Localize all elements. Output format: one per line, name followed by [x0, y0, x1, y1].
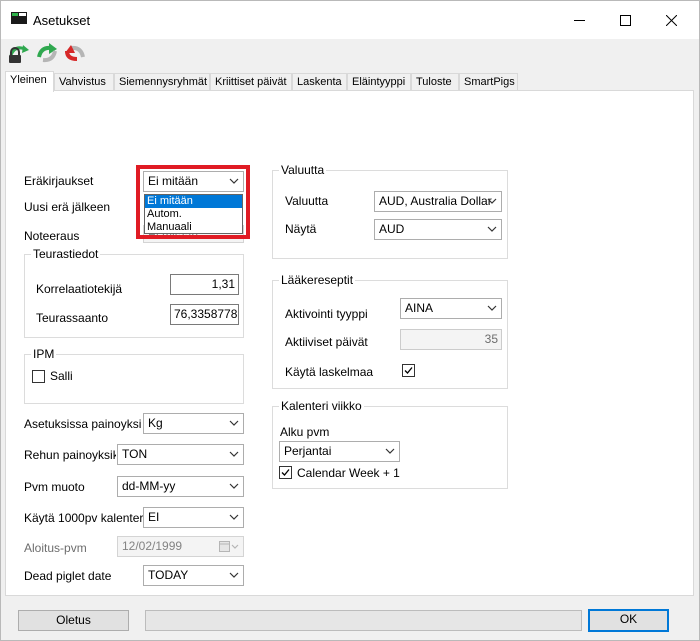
pvm-muoto-value: dd-MM-yy: [122, 479, 176, 493]
toolbar: [1, 39, 699, 69]
chevron-down-icon: [229, 178, 239, 184]
minimize-button[interactable]: [556, 1, 602, 39]
tab-kriittiset-paivat[interactable]: Kriittiset päivät: [210, 73, 292, 91]
erakirjaukset-value: Ei mitään: [148, 174, 199, 188]
teurastiedot-group: Teurastiedot: [24, 247, 244, 338]
oletus-button[interactable]: Oletus: [18, 610, 129, 631]
teurassaanto-input[interactable]: 76,33587786: [170, 304, 239, 325]
kalenteri-viikko-title: Kalenteri viikko: [279, 399, 364, 413]
dead-piglet-select[interactable]: TODAY: [143, 565, 244, 586]
title-bar: Asetukset: [1, 1, 699, 39]
nayta-label: Näytä: [285, 222, 317, 236]
lock-refresh-icon[interactable]: [7, 41, 31, 65]
progress-bar: [145, 610, 582, 631]
chevron-down-icon: [229, 572, 239, 578]
calendar-week-label: Calendar Week + 1: [297, 466, 400, 480]
painoyksikko-label: Asetuksissa painoyksikkö: [24, 417, 142, 431]
aktivointi-value: AINA: [405, 301, 434, 315]
close-button[interactable]: [648, 1, 694, 39]
erakirjaukset-select[interactable]: Ei mitään: [143, 171, 244, 192]
maximize-button[interactable]: [602, 1, 648, 39]
chevron-down-icon: [229, 451, 239, 457]
korrelaatio-input[interactable]: 1,31: [170, 274, 239, 295]
painoyksikko-select[interactable]: Kg: [143, 413, 244, 434]
calendar-week-checkbox[interactable]: [279, 466, 292, 479]
tab-vahvistus[interactable]: Vahvistus: [54, 73, 114, 91]
checkmark-icon: [281, 469, 290, 476]
aktivointi-label: Aktivointi tyyppi: [285, 307, 368, 321]
tab-yleinen[interactable]: Yleinen: [5, 71, 54, 92]
ok-button[interactable]: OK: [588, 609, 669, 632]
kalenteri-1000pv-label: Käytä 1000pv kalenteria: [24, 511, 153, 525]
aloitus-pvm-datepicker[interactable]: 12/02/1999: [117, 536, 244, 557]
aloitus-pvm-value: 12/02/1999: [122, 539, 183, 553]
maximize-icon: [619, 14, 631, 26]
pvm-muoto-label: Pvm muoto: [24, 480, 85, 494]
aktivointi-select[interactable]: AINA: [400, 298, 502, 319]
dropdown-option-autom[interactable]: Autom.: [145, 208, 242, 221]
tab-siemennysryhmat[interactable]: Siemennysryhmät: [114, 73, 210, 91]
alku-pvm-value: Perjantai: [284, 444, 332, 458]
chevron-down-icon: [385, 448, 395, 454]
kalenteri-1000pv-value: EI: [148, 510, 160, 524]
settings-window: Asetukset Yleinen Vahvistus Siemennysryh…: [0, 0, 700, 641]
tab-laskenta[interactable]: Laskenta: [292, 73, 347, 91]
erakirjaukset-dropdown-list: Ei mitään Autom. Manuaali: [144, 194, 243, 234]
noteeraus-label: Noteeraus: [24, 229, 80, 243]
aktiiviset-label: Aktiiviset päivät: [285, 335, 368, 349]
valuutta-value: AUD, Australia Dollar: [379, 194, 492, 208]
chevron-down-icon: [487, 198, 497, 204]
korrelaatio-label: Korrelaatiotekijä: [36, 282, 123, 296]
uusi-era-label: Uusi erä jälkeen: [24, 200, 111, 214]
dead-piglet-label: Dead piglet date: [24, 569, 112, 583]
chevron-down-icon: [229, 483, 239, 489]
tab-tuloste[interactable]: Tuloste: [411, 73, 459, 91]
close-icon: [665, 14, 677, 26]
aktiiviset-input[interactable]: 35: [400, 329, 502, 350]
painoyksikko-value: Kg: [148, 416, 163, 430]
alku-pvm-select[interactable]: Perjantai: [279, 441, 400, 462]
salli-label: Salli: [50, 369, 73, 383]
checkmark-icon: [404, 367, 413, 374]
ipm-title: IPM: [31, 347, 57, 361]
kalenteri-1000pv-select[interactable]: EI: [143, 507, 244, 528]
valuutta-group-title: Valuutta: [279, 163, 327, 177]
dead-piglet-value: TODAY: [148, 568, 189, 582]
teurastiedot-title: Teurastiedot: [31, 247, 101, 261]
green-arrow-icon[interactable]: [35, 41, 59, 65]
dropdown-option-manuaali[interactable]: Manuaali: [145, 221, 242, 234]
nayta-value: AUD: [379, 222, 405, 236]
aloitus-pvm-label: Aloitus-pvm: [24, 541, 87, 555]
alku-pvm-label: Alku pvm: [280, 425, 330, 439]
valuutta-select[interactable]: AUD, Australia Dollar: [374, 191, 502, 212]
dropdown-option-ei-mitaan[interactable]: Ei mitään: [145, 195, 242, 208]
valuutta-label: Valuutta: [285, 194, 329, 208]
valuutta-group: Valuutta: [272, 163, 508, 259]
chevron-down-icon: [487, 226, 497, 232]
calendar-icon: [219, 541, 239, 552]
salli-checkbox[interactable]: [32, 370, 45, 383]
teurassaanto-label: Teurassaanto: [36, 311, 109, 325]
kayta-laskelmaa-checkbox[interactable]: [402, 364, 415, 377]
kayta-laskelmaa-label: Käytä laskelmaa: [285, 365, 374, 379]
window-title: Asetukset: [33, 13, 91, 28]
tab-elaintyyppi[interactable]: Eläintyyppi: [347, 73, 411, 91]
chevron-down-icon: [487, 305, 497, 311]
app-icon: [11, 12, 27, 24]
chevron-down-icon: [229, 420, 239, 426]
rehun-painoyksikko-label: Rehun painoyksikkö: [24, 448, 116, 462]
rehun-painoyksikko-select[interactable]: TON: [117, 444, 244, 465]
erakirjaukset-label: Eräkirjaukset: [24, 174, 94, 188]
nayta-select[interactable]: AUD: [374, 219, 502, 240]
tab-smartpigs[interactable]: SmartPigs: [459, 73, 518, 91]
minimize-icon: [573, 19, 585, 21]
rehun-painoyksikko-value: TON: [122, 447, 148, 461]
laakereseptit-title: Lääkereseptit: [279, 273, 356, 287]
chevron-down-icon: [229, 514, 239, 520]
pvm-muoto-select[interactable]: dd-MM-yy: [117, 476, 244, 497]
red-arrow-icon[interactable]: [63, 41, 87, 65]
